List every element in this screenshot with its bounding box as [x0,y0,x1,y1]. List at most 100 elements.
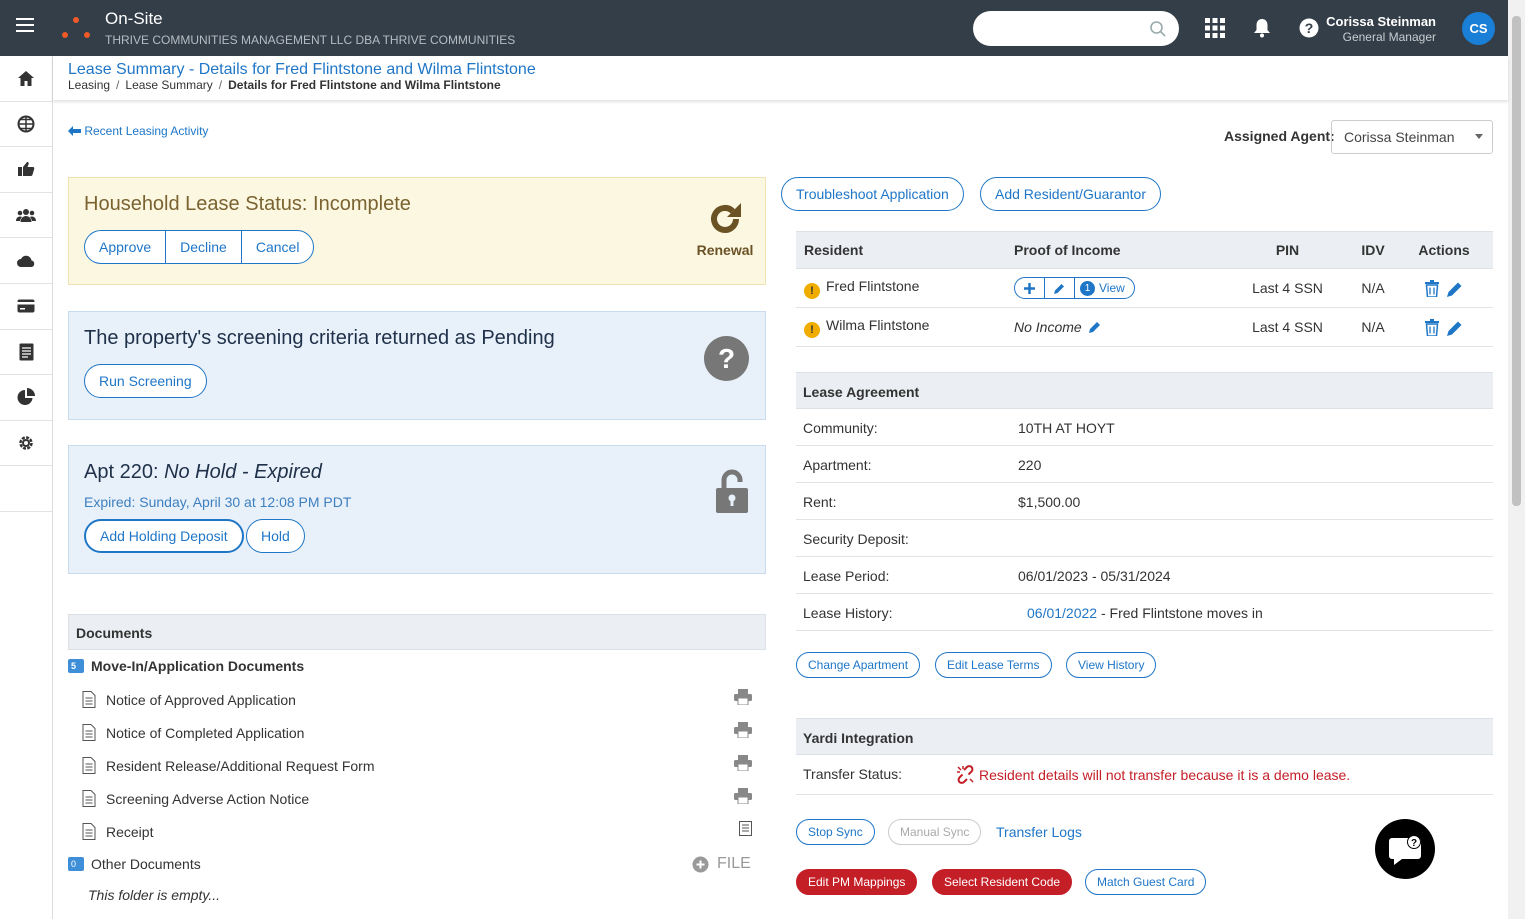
column-header-actions: Actions [1395,231,1493,269]
assigned-agent-select[interactable]: Corissa Steinman [1331,120,1493,154]
edit-pm-mappings-button[interactable]: Edit PM Mappings [796,869,918,895]
sidebar-item-globe[interactable] [0,102,52,148]
document-name: Resident Release/Additional Request Form [106,757,375,774]
pencil-icon[interactable] [1088,321,1101,333]
sidebar-item-settings[interactable] [0,421,52,467]
hold-button[interactable]: Hold [246,519,305,553]
add-holding-deposit-button[interactable]: Add Holding Deposit [84,519,244,553]
add-file-button[interactable]: FILE [692,855,751,873]
history-date-link[interactable]: 06/01/2022 [1027,605,1097,621]
lease-row-deposit: Security Deposit: [796,520,1493,557]
edit-income-button[interactable] [1045,278,1075,298]
plus-circle-icon [692,856,709,872]
avatar[interactable]: CS [1462,12,1495,45]
sidebar-item-thumbs-up[interactable] [0,147,52,193]
folder-move-in[interactable]: 5 Move-In/Application Documents [68,658,304,674]
document-row[interactable]: Notice of Completed Application [82,722,762,741]
print-icon[interactable] [734,722,752,738]
approve-button[interactable]: Approve [84,230,166,264]
run-screening-button[interactable]: Run Screening [84,364,207,398]
chat-help-button[interactable]: ? [1375,819,1435,879]
document-name: Screening Adverse Action Notice [106,790,310,807]
credit-card-icon [17,299,35,313]
globe-icon [17,115,35,133]
top-bar: On-Site THRIVE COMMUNITIES MANAGEMENT LL… [0,0,1508,56]
screening-title: The property's screening criteria return… [84,327,555,349]
bell-icon[interactable] [1253,18,1271,38]
decline-button[interactable]: Decline [165,230,241,264]
transfer-status: Resident details will not transfer becau… [956,765,1350,784]
file-icon [82,823,96,840]
help-icon[interactable]: ? [1299,18,1319,38]
search-input[interactable] [973,11,1179,46]
community-link[interactable]: 10TH AT HOYT [1018,420,1115,436]
breadcrumb-leasing[interactable]: Leasing [68,78,110,92]
hold-card: Apt 220: No Hold - Expired Expired: Sund… [68,445,766,574]
actions-cell [1395,307,1493,347]
sidebar-item-reports[interactable] [0,375,52,421]
pencil-icon[interactable] [1446,281,1463,297]
resident-name[interactable]: Fred Flintstone [826,278,919,294]
document-row[interactable]: Notice of Approved Application [82,689,762,708]
stop-sync-button[interactable]: Stop Sync [796,819,875,845]
income-cell: 1 View [1006,268,1224,308]
document-row[interactable]: Screening Adverse Action Notice [82,788,762,807]
print-icon[interactable] [734,788,752,804]
receipt-icon[interactable] [739,821,752,836]
folder-other[interactable]: 0 Other Documents [68,856,201,872]
view-income-button[interactable]: 1 View [1075,280,1134,296]
scrollbar[interactable] [1508,0,1525,919]
select-resident-code-button[interactable]: Select Resident Code [932,869,1073,895]
scrollbar-thumb[interactable] [1512,16,1521,506]
file-icon [82,757,96,774]
document-row[interactable]: Resident Release/Additional Request Form [82,755,762,774]
add-resident-guarantor-button[interactable]: Add Resident/Guarantor [980,177,1161,211]
trash-icon[interactable] [1425,279,1440,298]
user-name[interactable]: Corissa Steinman [1326,14,1436,29]
residents-table: Resident Proof of Income PIN IDV Actions… [796,231,1493,347]
period-value: 06/01/2023 - 05/31/2024 [1018,568,1171,584]
cancel-button[interactable]: Cancel [240,230,315,264]
breadcrumb-lease-summary[interactable]: Lease Summary [125,78,212,92]
back-link[interactable]: Recent Leasing Activity [68,124,208,138]
income-count-badge: 1 [1080,280,1095,296]
income-cell: No Income [1006,307,1224,347]
resident-name[interactable]: Wilma Flintstone [826,317,929,333]
renewal-indicator: Renewal [695,200,755,258]
print-icon[interactable] [734,689,752,705]
breadcrumb-current: Details for Fred Flintstone and Wilma Fl… [228,78,501,92]
history-text: Fred Flintstone moves in [1109,605,1263,621]
onsite-logo-icon [62,17,90,38]
thumbs-up-icon [18,162,35,177]
troubleshoot-application-button[interactable]: Troubleshoot Application [781,177,964,211]
match-guest-card-button[interactable]: Match Guest Card [1085,869,1207,895]
apps-grid-icon[interactable] [1205,18,1225,38]
hold-expired-text: Expired: Sunday, April 30 at 12:08 PM PD… [84,494,352,510]
trash-icon[interactable] [1425,318,1440,337]
print-icon[interactable] [734,755,752,771]
sidebar-item-cloud[interactable] [0,238,52,284]
lease-status-actions: Approve Decline Cancel [84,230,315,264]
screening-card: The property's screening criteria return… [68,311,766,420]
page-header: Lease Summary - Details for Fred Flintst… [53,56,1508,100]
view-history-button[interactable]: View History [1066,652,1157,678]
sidebar-item-credit-card[interactable] [0,284,52,330]
lease-status-card: Household Lease Status: Incomplete Appro… [68,177,766,285]
column-header-pin: PIN [1224,231,1351,269]
residents-table-header: Resident Proof of Income PIN IDV Actions [796,231,1493,269]
menu-icon[interactable] [16,18,36,38]
pencil-icon[interactable] [1446,320,1463,336]
breadcrumb: Leasing / Lease Summary / Details for Fred F… [68,78,501,92]
sidebar-item-home[interactable] [0,56,52,102]
transfer-logs-link[interactable]: Transfer Logs [996,824,1082,840]
document-row[interactable]: Receipt [82,821,762,840]
sidebar-item-document[interactable] [0,330,52,376]
add-income-button[interactable] [1015,278,1045,298]
edit-lease-terms-button[interactable]: Edit Lease Terms [935,652,1052,678]
broken-link-icon [957,765,974,784]
file-icon [82,790,96,807]
sidebar-item-people[interactable] [0,193,52,239]
change-apartment-button[interactable]: Change Apartment [796,652,921,678]
file-icon [82,691,96,708]
document-icon [19,343,33,361]
